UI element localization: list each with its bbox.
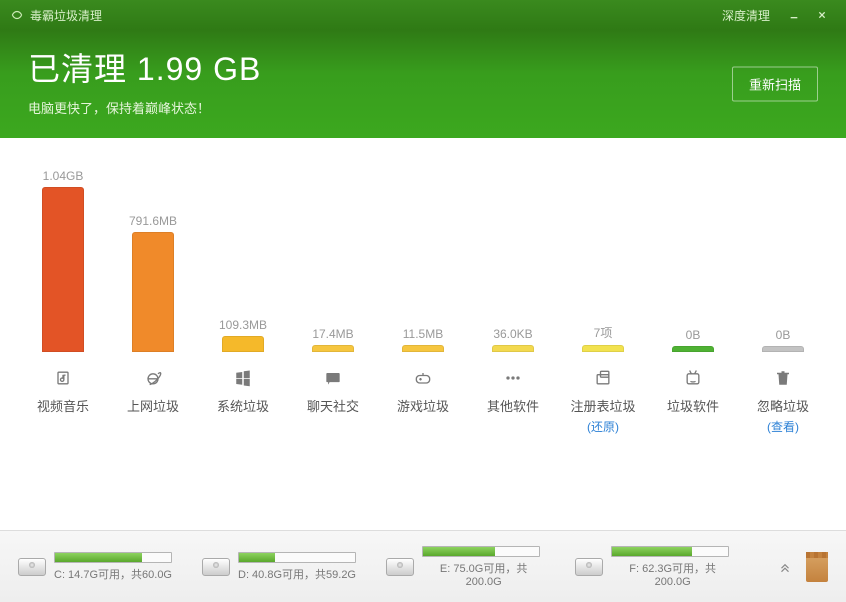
app-title: 毒霸垃圾清理 [30,7,102,24]
category-label-wrap: 忽略垃圾 (查看) [738,366,828,435]
bar-value: 0B [686,328,701,342]
rescan-button[interactable]: 重新扫描 [732,67,818,102]
bar-value: 11.5MB [403,327,443,341]
category-label: 其他软件 [487,396,539,415]
category-label-wrap: 注册表垃圾 (还原) [558,366,648,435]
drive-icon [202,558,230,576]
chevron-up-icon [778,560,792,574]
music-note-icon [53,366,73,390]
bar-column: 791.6MB [108,214,198,352]
drive-item[interactable]: D: 40.8G可用，共59.2G [202,546,356,588]
expand-up-button[interactable] [774,556,796,578]
category-label-wrap: 游戏垃圾 [378,366,468,435]
close-icon [818,9,826,21]
page-title: 已清理 1.99 GB [28,44,818,90]
bar [582,345,624,352]
footer: C: 14.7G可用，共60.0G D: 40.8G可用，共59.2G E: 75.… [0,530,846,602]
drive-info: C: 14.7G可用，共60.0G [54,552,172,582]
category-label: 系统垃圾 [217,396,269,415]
category-label: 上网垃圾 [127,396,179,415]
drive-text: D: 40.8G可用，共59.2G [238,566,356,582]
bar-value: 7项 [594,324,613,341]
deep-clean-label: 深度清理 [722,7,770,24]
bar-column: 1.04GB [18,169,108,352]
ellipsis-icon [503,366,523,390]
category-label-wrap: 系统垃圾 [198,366,288,435]
minimize-button[interactable] [780,0,808,30]
category-label-wrap: 垃圾软件 [648,366,738,435]
bar [42,187,84,352]
chart-area: 1.04GB 791.6MB 109.3MB 17.4MB 11.5MB 36.0KB 7项… [0,138,846,530]
bar-column: 36.0KB [468,327,558,352]
shopping-bag-button[interactable] [806,556,828,578]
windows-icon [234,366,252,390]
minimize-icon [790,9,798,21]
bars-row: 1.04GB 791.6MB 109.3MB 17.4MB 11.5MB 36.0KB 7项… [18,162,828,352]
category-label-wrap: 聊天社交 [288,366,378,435]
page-subtitle: 电脑更快了，保持着巅峰状态！ [28,98,818,117]
chat-icon [323,366,343,390]
registry-icon [593,366,613,390]
bar-column: 17.4MB [288,327,378,352]
drive-meter [422,546,540,557]
bar [312,345,354,352]
drive-meter [54,552,172,563]
bar-column: 0B [738,328,828,352]
category-label: 忽略垃圾 [757,396,809,415]
drive-info: F: 62.3G可用，共200.0G [611,546,734,588]
titlebar: 毒霸垃圾清理 深度清理 [0,0,846,30]
drive-icon [18,558,46,576]
bar [402,345,444,352]
close-button[interactable] [808,0,836,30]
gamepad-icon [413,366,433,390]
drive-item[interactable]: C: 14.7G可用，共60.0G [18,546,172,588]
bar [762,346,804,352]
bar-column: 109.3MB [198,318,288,352]
bar-value: 1.04GB [43,169,84,183]
category-label: 垃圾软件 [667,396,719,415]
bag-icon [806,552,828,582]
ie-icon [143,366,163,390]
drives-container: C: 14.7G可用，共60.0G D: 40.8G可用，共59.2G E: 75.… [18,546,764,588]
bar-column: 0B [648,328,738,352]
bar [672,346,714,352]
malware-icon [683,366,703,390]
drive-text: C: 14.7G可用，共60.0G [54,566,172,582]
bar-value: 109.3MB [219,318,267,332]
bar-value: 791.6MB [129,214,177,228]
drive-item[interactable]: F: 62.3G可用，共200.0G [575,546,734,588]
trash-icon [774,366,792,390]
drive-text: E: 75.0G可用，共200.0G [422,560,545,588]
bar-column: 7项 [558,324,648,352]
drive-text: F: 62.3G可用，共200.0G [611,560,734,588]
drive-icon [386,558,414,576]
category-label-wrap: 视频音乐 [18,366,108,435]
bar-value: 36.0KB [493,327,532,341]
header: 已清理 1.99 GB 电脑更快了，保持着巅峰状态！ 重新扫描 [0,30,846,138]
category-action-link[interactable]: (还原) [587,418,619,435]
bar [492,345,534,352]
app-logo-icon [10,8,24,22]
category-label: 游戏垃圾 [397,396,449,415]
bar [222,336,264,352]
category-label-wrap: 其他软件 [468,366,558,435]
category-label-wrap: 上网垃圾 [108,366,198,435]
category-action-link[interactable]: (查看) [767,418,799,435]
labels-row: 视频音乐上网垃圾系统垃圾聊天社交游戏垃圾其他软件注册表垃圾(还原)垃圾软件忽略垃… [18,366,828,435]
drive-meter [611,546,729,557]
bar-value: 17.4MB [312,327,353,341]
drive-info: D: 40.8G可用，共59.2G [238,552,356,582]
bar [132,232,174,352]
category-label: 注册表垃圾 [570,396,635,415]
bar-column: 11.5MB [378,327,468,352]
drive-info: E: 75.0G可用，共200.0G [422,546,545,588]
category-label: 聊天社交 [307,396,359,415]
deep-clean-icon [705,9,717,21]
drive-item[interactable]: E: 75.0G可用，共200.0G [386,546,545,588]
deep-clean-button[interactable]: 深度清理 [695,0,780,30]
drive-icon [575,558,603,576]
bar-value: 0B [776,328,791,342]
category-label: 视频音乐 [37,396,89,415]
drive-meter [238,552,356,563]
